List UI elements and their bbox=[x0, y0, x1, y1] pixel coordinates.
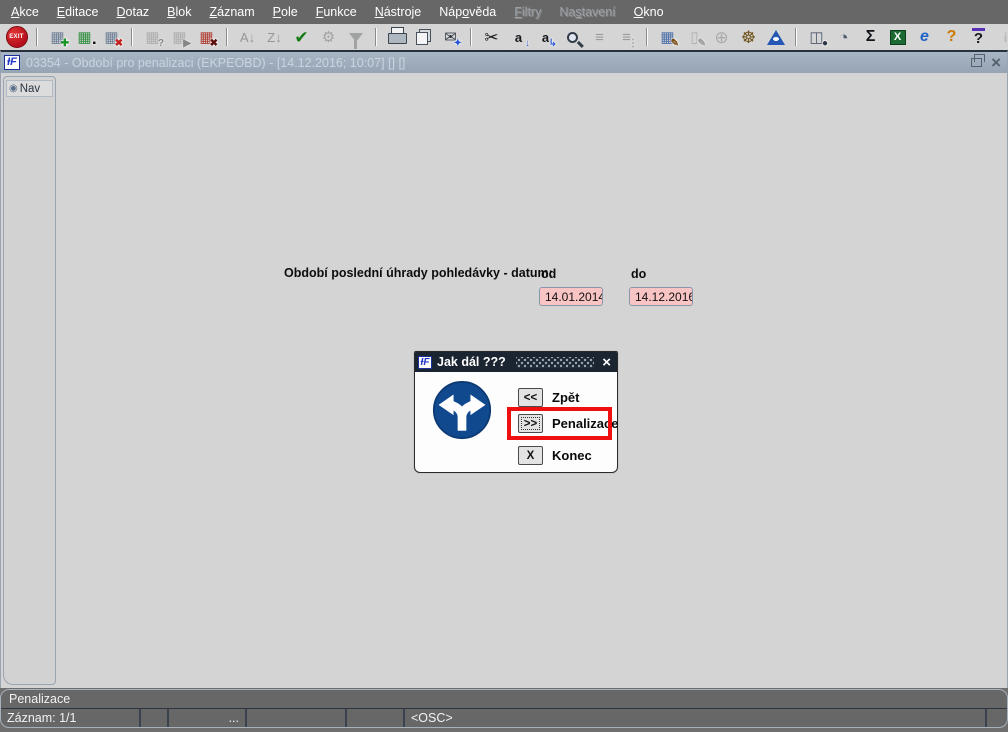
find-icon[interactable] bbox=[560, 26, 585, 48]
helm-icon[interactable]: ☸ bbox=[736, 26, 761, 48]
commit-icon[interactable]: ✔ bbox=[289, 26, 314, 48]
outline-icon: ≡ bbox=[595, 28, 604, 46]
menu-item-funkce[interactable]: Funkce bbox=[307, 5, 366, 19]
toolbar: EXIT ▦ ✚ ▦ ▪ ▦ ✖ ▦? ▦ ▶ ▦ ✖ A↓ Z↓ ✔ ⚙ ✉ ✦ ✂ a ↓ a ↳ ≡ ≡ ⋮ ▦ ✎ ▯ ✎ ⊕ ☸ ◫ ●… bbox=[0, 24, 1008, 50]
browser-icon[interactable]: e bbox=[912, 26, 937, 48]
context-help-icon[interactable]: ? bbox=[966, 26, 991, 48]
delete-record-icon[interactable]: ▦ ✖ bbox=[99, 26, 124, 49]
toolbar-separator bbox=[470, 28, 472, 46]
mdi-window: ƗF 03354 - Období pro penalizaci (EKPEOB… bbox=[0, 50, 1008, 688]
konec-button[interactable]: X bbox=[518, 446, 543, 465]
menu-item-pole[interactable]: Pole bbox=[264, 5, 307, 19]
cut-icon[interactable]: ✂ bbox=[479, 26, 504, 48]
window-title: 03354 - Období pro penalizaci (EKPEOBD) … bbox=[26, 55, 406, 70]
status-cell-end bbox=[987, 709, 1007, 727]
close-window-icon[interactable]: × bbox=[991, 54, 1001, 71]
menu-item-nastroje[interactable]: Nástroje bbox=[366, 5, 431, 19]
highlight-rectangle bbox=[507, 407, 612, 440]
status-cell-0: Záznam: 1/1 bbox=[1, 709, 141, 727]
status-cell-3 bbox=[247, 709, 347, 727]
status-cell-2: ... bbox=[169, 709, 247, 727]
info-icon: i bbox=[1003, 29, 1008, 45]
status-message: Penalizace bbox=[9, 692, 71, 706]
menu-item-nastaveni: Nastavení bbox=[559, 5, 616, 19]
date-to-label: do bbox=[631, 267, 647, 281]
sort-desc-icon: Z↓ bbox=[267, 29, 282, 45]
menu-item-blok[interactable]: Blok bbox=[158, 5, 200, 19]
fork-road-sign-icon bbox=[432, 380, 492, 440]
globe-icon: ⊕ bbox=[714, 27, 729, 47]
toolbar-separator bbox=[795, 28, 797, 46]
dialog-titlebar: ƗF Jak dál ??? × bbox=[415, 352, 617, 372]
zpet-button[interactable]: << bbox=[518, 388, 543, 407]
cancel-query-icon[interactable]: ▦ ✖ bbox=[194, 26, 219, 49]
toolbar-separator bbox=[226, 28, 228, 46]
excel-icon[interactable]: X bbox=[885, 26, 910, 48]
menu-bar: Akce Editace Dotaz Blok Záznam Pole Funkce Nást… bbox=[0, 0, 1008, 24]
jak-dal-dialog: ƗF Jak dál ??? × << Zpět >> Penalizace X Kone… bbox=[414, 351, 619, 473]
enter-query-icon: ▦? bbox=[145, 28, 164, 49]
period-label: Období poslední úhrady pohledávky - datu… bbox=[284, 266, 553, 280]
menu-item-akce[interactable]: Akce bbox=[2, 5, 48, 19]
status-cell-5: <OSC> bbox=[405, 709, 987, 727]
outline-detail-icon: ≡ ⋮ bbox=[622, 28, 638, 49]
print-icon[interactable] bbox=[384, 26, 409, 48]
status-cell-1 bbox=[141, 709, 169, 727]
nav-tab-label: Nav bbox=[19, 82, 41, 95]
zpet-button-label: Zpět bbox=[552, 390, 580, 405]
clock-icon[interactable]: ◔ bbox=[831, 26, 856, 48]
menu-item-editace[interactable]: Editace bbox=[48, 5, 108, 19]
menu-item-napoveda[interactable]: Nápověda bbox=[430, 5, 505, 19]
menu-item-okno[interactable]: Okno bbox=[625, 5, 673, 19]
menu-item-zaznam[interactable]: Záznam bbox=[201, 5, 264, 19]
eye-pyramid-icon[interactable] bbox=[763, 26, 788, 48]
restore-window-icon[interactable] bbox=[971, 54, 986, 67]
execute-query-icon: ▦ ▶ bbox=[172, 28, 191, 49]
window-titlebar: ƗF 03354 - Období pro penalizaci (EKPEOB… bbox=[1, 52, 1007, 73]
dialog-grip-texture bbox=[515, 356, 595, 368]
window-content: ◉ Nav Období poslední úhrady pohledávky … bbox=[1, 73, 1007, 688]
dialog-close-icon[interactable]: × bbox=[602, 355, 611, 370]
dialog-title: Jak dál ??? bbox=[437, 355, 506, 369]
dialog-row-konec: X Konec bbox=[518, 446, 592, 465]
document-edit-icon: ▯ ✎ bbox=[690, 28, 706, 49]
toolbar-separator bbox=[646, 28, 648, 46]
exit-icon[interactable]: EXIT bbox=[4, 26, 29, 48]
tools-icon: ⚙ bbox=[321, 28, 336, 46]
nav-radio-icon: ◉ bbox=[9, 83, 18, 94]
konec-button-label: Konec bbox=[552, 448, 592, 463]
toolbar-separator bbox=[36, 28, 38, 46]
date-to-field[interactable] bbox=[629, 287, 693, 306]
menu-item-dotaz[interactable]: Dotaz bbox=[108, 5, 159, 19]
toolbar-separator bbox=[131, 28, 133, 46]
mail-icon[interactable]: ✉ ✦ bbox=[438, 26, 463, 49]
status-cells-row: Záznam: 1/1... <OSC> bbox=[1, 708, 1007, 727]
nav-panel: ◉ Nav bbox=[3, 76, 56, 685]
dialog-logo-icon: ƗF bbox=[418, 355, 432, 369]
insert-record-icon[interactable]: ▦ ✚ bbox=[45, 26, 70, 49]
dialog-row-zpet: << Zpět bbox=[518, 388, 579, 407]
sort-asc-icon: A↓ bbox=[239, 29, 256, 45]
paste-icon[interactable]: a ↳ bbox=[533, 26, 558, 49]
menu-item-filtry: Filtry bbox=[514, 5, 542, 19]
status-cell-4 bbox=[347, 709, 405, 727]
key-help-icon[interactable]: ? bbox=[939, 26, 964, 48]
sum-icon[interactable]: Σ bbox=[858, 26, 883, 48]
toolbar-separator bbox=[375, 28, 377, 46]
status-bar: Penalizace Záznam: 1/1... <OSC> bbox=[0, 689, 1008, 728]
presentation-icon[interactable]: ◫ ● bbox=[804, 26, 829, 49]
date-from-field[interactable] bbox=[539, 287, 603, 306]
copy-icon[interactable]: a ↓ bbox=[506, 26, 531, 49]
date-from-label: od bbox=[541, 267, 557, 281]
filter-icon bbox=[343, 26, 368, 49]
print-report-icon[interactable] bbox=[411, 26, 436, 48]
app-logo-icon: ƗF bbox=[4, 55, 20, 70]
calendar-edit-icon[interactable]: ▦ ✎ bbox=[655, 26, 680, 49]
copy-record-icon[interactable]: ▦ ▪ bbox=[72, 26, 97, 49]
nav-tab[interactable]: ◉ Nav bbox=[6, 80, 53, 97]
